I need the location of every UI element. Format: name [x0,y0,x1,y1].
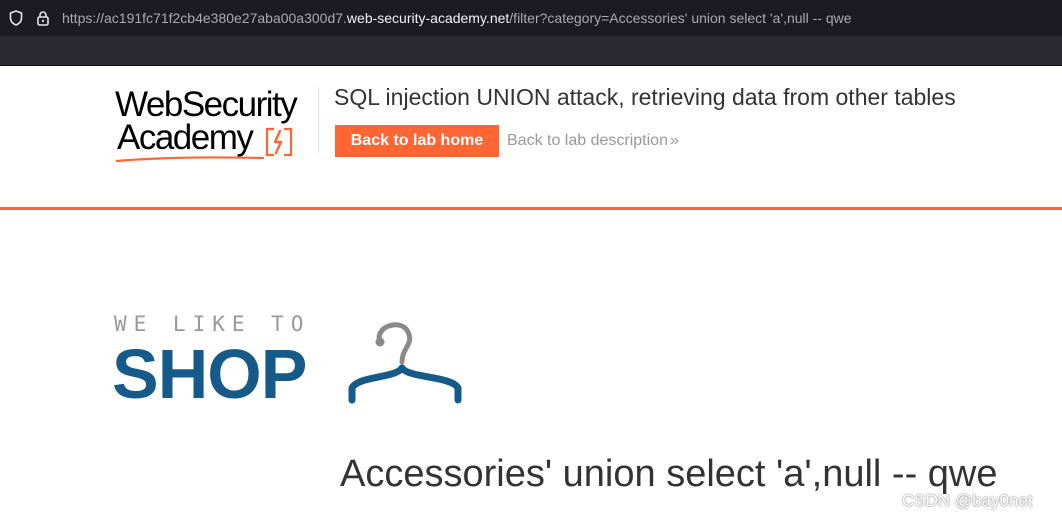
lightning-mark-icon [265,127,293,157]
logo-underline [115,156,265,163]
shop-brand-word: SHOP [112,335,307,413]
watermark: CSDN @bay0net [902,491,1033,510]
url-prefix: https://ac191fc71f2cb4e380e27aba00a300d7… [62,10,347,26]
shop-logo[interactable]: WE LIKE TO SHOP [112,312,472,412]
url-field[interactable]: https://ac191fc71f2cb4e380e27aba00a300d7… [62,9,852,27]
lock-icon[interactable] [36,10,50,26]
web-security-academy-logo[interactable]: WebSecurity Academy [115,87,315,163]
lab-header: WebSecurity Academy SQL injection UNION … [0,67,1062,210]
shield-icon[interactable] [9,10,23,26]
browser-address-bar: https://ac191fc71f2cb4e380e27aba00a300d7… [0,0,1062,36]
back-to-lab-home-button[interactable]: Back to lab home [335,125,499,157]
category-heading: Accessories' union select 'a',null -- qw… [340,453,998,495]
chevron-right-icon: » [669,132,679,149]
header-divider [318,87,319,153]
shop-tagline: WE LIKE TO [114,312,311,336]
lab-title: SQL injection UNION attack, retrieving d… [334,84,956,110]
url-path: /filter?category=Accessories' union sele… [509,10,852,26]
url-host: web-security-academy.net [346,10,510,26]
back-to-lab-description-label: Back to lab description [507,132,668,149]
logo-line-2: Academy [117,118,254,157]
hanger-icon [348,322,462,404]
back-to-lab-description-link[interactable]: Back to lab description» [507,131,679,151]
browser-toolbar [0,36,1062,66]
